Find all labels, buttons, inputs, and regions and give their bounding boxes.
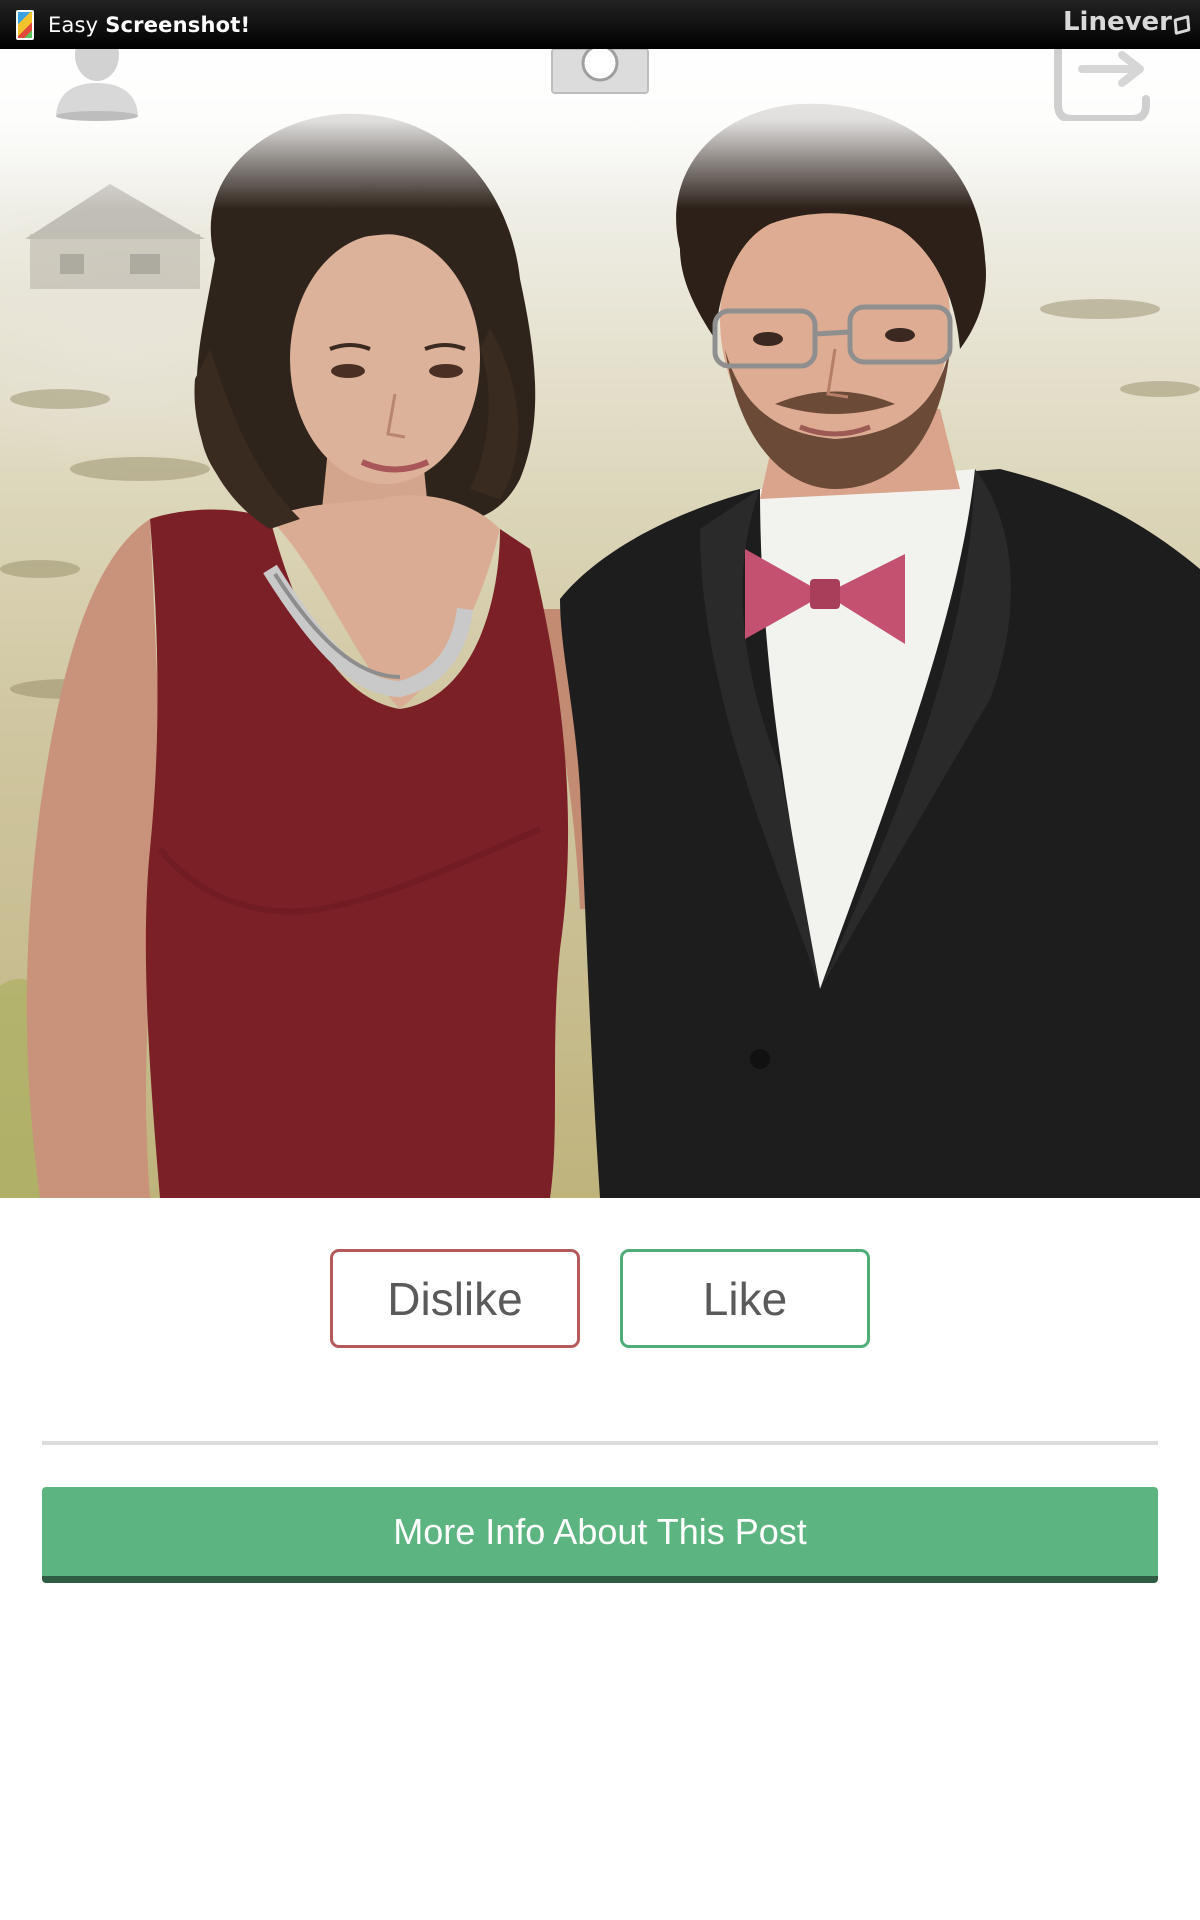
app-name-bold: Screenshot! xyxy=(105,12,251,37)
dislike-label: Dislike xyxy=(387,1272,523,1325)
camera-icon[interactable] xyxy=(550,49,650,95)
profile-icon[interactable] xyxy=(52,49,142,121)
more-info-button[interactable]: More Info About This Post xyxy=(42,1487,1158,1583)
like-label: Like xyxy=(702,1272,788,1325)
app-title: Easy Screenshot! xyxy=(48,13,250,37)
brand-logo: Linever xyxy=(1062,7,1191,37)
photo-illustration xyxy=(0,103,1200,1198)
dislike-button[interactable]: Dislike xyxy=(330,1249,580,1348)
divider xyxy=(42,1441,1158,1445)
brand-name: Linever xyxy=(1062,7,1172,37)
man-figure xyxy=(560,103,1200,1198)
app-name-regular: Easy xyxy=(48,12,99,37)
brand-mark-icon xyxy=(1173,14,1191,36)
logout-icon[interactable] xyxy=(1052,49,1152,121)
status-bar: Easy Screenshot! Linever xyxy=(0,0,1200,49)
like-button[interactable]: Like xyxy=(620,1249,870,1348)
more-info-label: More Info About This Post xyxy=(393,1510,807,1552)
post-photo[interactable] xyxy=(0,49,1200,1198)
screenshot-app-icon xyxy=(16,9,34,40)
